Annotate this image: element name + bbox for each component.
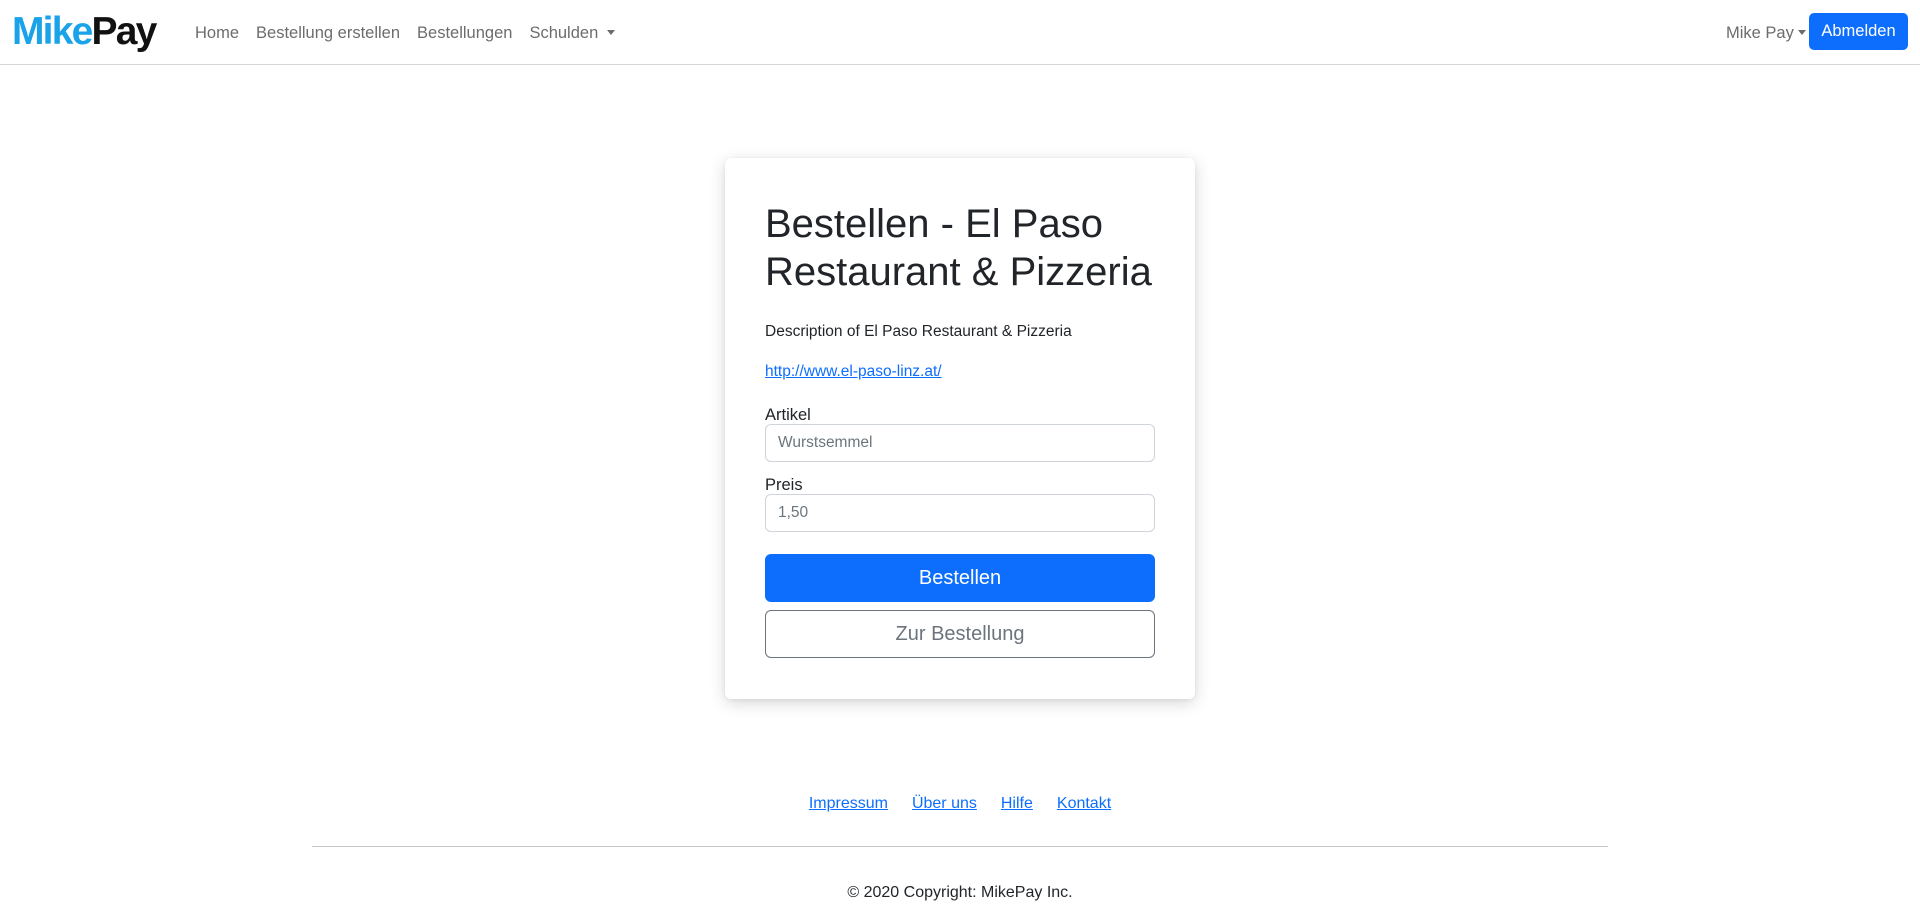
- article-label: Artikel: [765, 406, 811, 424]
- caret-down-icon: [1797, 30, 1806, 35]
- brand-logo-part2: Pay: [91, 10, 158, 53]
- user-menu-label: Mike Pay: [1726, 24, 1794, 42]
- logout-button[interactable]: Abmelden: [1809, 13, 1908, 50]
- nav-dropdown-debts-label: Schulden: [529, 24, 599, 42]
- nav-link-orders[interactable]: Bestellungen: [417, 22, 512, 44]
- brand-logo-part1: Mike: [12, 10, 93, 53]
- user-menu-dropdown[interactable]: Mike Pay: [1726, 22, 1806, 44]
- restaurant-website-link[interactable]: http://www.el-paso-linz.at/: [765, 362, 942, 382]
- copyright-text: © 2020 Copyright: MikePay Inc.: [847, 884, 1073, 901]
- footer-link-impressum[interactable]: Impressum: [809, 793, 888, 815]
- footer-link-about[interactable]: Über uns: [912, 793, 977, 815]
- brand-logo[interactable]: MikePay: [12, 10, 158, 53]
- restaurant-description: Description of El Paso Restaurant & Pizz…: [765, 323, 1072, 340]
- page-title: Bestellen - El Paso Restaurant & Pizzeri…: [765, 202, 1152, 294]
- main-nav: Home Bestellung erstellen Bestellungen S…: [195, 22, 632, 44]
- footer-divider: [312, 846, 1608, 847]
- footer-link-help[interactable]: Hilfe: [1001, 793, 1033, 815]
- nav-dropdown-debts[interactable]: Schulden: [529, 22, 616, 44]
- order-card: Bestellen - El Paso Restaurant & Pizzeri…: [725, 158, 1195, 699]
- price-label: Preis: [765, 476, 803, 494]
- price-input[interactable]: [765, 494, 1155, 532]
- back-to-order-button[interactable]: Zur Bestellung: [765, 610, 1155, 658]
- footer-link-contact[interactable]: Kontakt: [1057, 793, 1111, 815]
- nav-link-create-order[interactable]: Bestellung erstellen: [256, 22, 400, 44]
- article-input[interactable]: [765, 424, 1155, 462]
- order-submit-button[interactable]: Bestellen: [765, 554, 1155, 602]
- footer-links: Impressum Über uns Hilfe Kontakt: [0, 793, 1920, 815]
- nav-link-home[interactable]: Home: [195, 22, 239, 44]
- top-navbar: MikePay Home Bestellung erstellen Bestel…: [0, 0, 1920, 65]
- caret-down-icon: [607, 30, 616, 35]
